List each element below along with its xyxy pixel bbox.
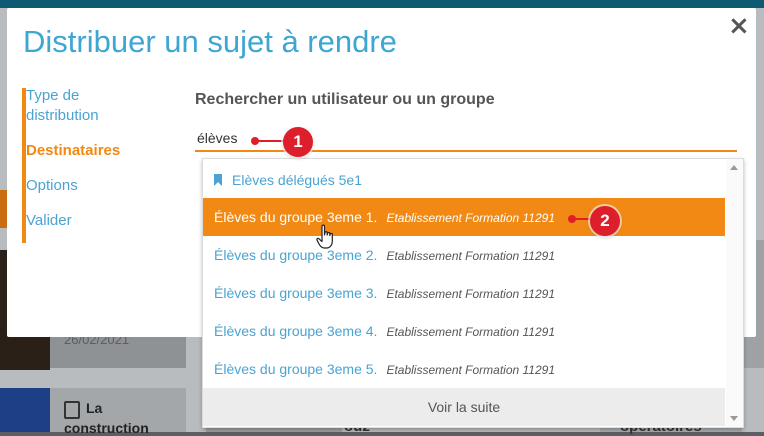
dropdown-item-org: Etablissement Formation 11291 [386,211,555,225]
close-icon[interactable]: × [728,13,750,39]
dropdown-item-selected[interactable]: Élèves du groupe 3eme 1. Etablissement Fo… [203,198,725,236]
dropdown-item-org: Etablissement Formation 11291 [386,363,555,377]
dropdown-item[interactable]: Élèves du groupe 3eme 5. Etablissement Fo… [203,350,725,388]
dropdown-item[interactable]: Élèves du groupe 3eme 4. Etablissement Fo… [203,312,725,350]
step-destinataires[interactable]: Destinataires [26,141,136,161]
see-more-button[interactable]: Voir la suite [203,388,725,426]
dropdown-item-org: Etablissement Formation 11291 [386,325,555,339]
background-thumbnail-eu [0,388,50,432]
search-input[interactable] [195,126,737,152]
dropdown-item[interactable]: Élèves du groupe 3eme 3. Etablissement Fo… [203,274,725,312]
search-results-dropdown: Elèves délégués 5e1 Élèves du groupe 3em… [202,158,744,428]
background-tab-edge [0,190,7,228]
step-options[interactable]: Options [26,176,136,196]
dropdown-item-org: Etablissement Formation 11291 [386,249,555,263]
dropdown-item-name: Elèves délégués 5e1 [232,172,362,188]
search-label: Rechercher un utilisateur ou un groupe [195,91,495,108]
bookmark-icon [214,174,222,186]
background-card-title: La [86,400,103,416]
annotation-badge-1: 1 [283,127,313,157]
dropdown-item-name: Élèves du groupe 3eme 3. [214,285,378,301]
dropdown-item-org: Etablissement Formation 11291 [386,287,555,301]
annotation-badge-2: 2 [590,206,620,236]
step-valider[interactable]: Valider [26,211,136,231]
scroll-up-icon[interactable] [730,165,738,170]
dropdown-item-name: Élèves du groupe 3eme 4. [214,323,378,339]
background-card-title-line2: construction [64,420,149,436]
dropdown-item-name: Élèves du groupe 3eme 2. [214,247,378,263]
document-icon [64,401,80,419]
dropdown-item[interactable]: Élèves du groupe 3eme 2. Etablissement Fo… [203,236,725,274]
scroll-down-icon[interactable] [730,416,738,421]
dropdown-item-name: Élèves du groupe 3eme 5. [214,361,378,377]
step-type-distribution[interactable]: Type de distribution [26,86,136,126]
hand-cursor-icon [316,224,333,249]
dropdown-item-name: Élèves du groupe 3eme 1. [214,209,378,225]
dropdown-item-group[interactable]: Elèves délégués 5e1 [203,161,725,199]
annotation-line [256,140,284,142]
dropdown-scrollbar[interactable] [726,159,743,427]
modal-title: Distribuer un sujet à rendre [23,24,397,59]
background-top-bar [0,0,764,8]
annotation-line [573,218,591,220]
